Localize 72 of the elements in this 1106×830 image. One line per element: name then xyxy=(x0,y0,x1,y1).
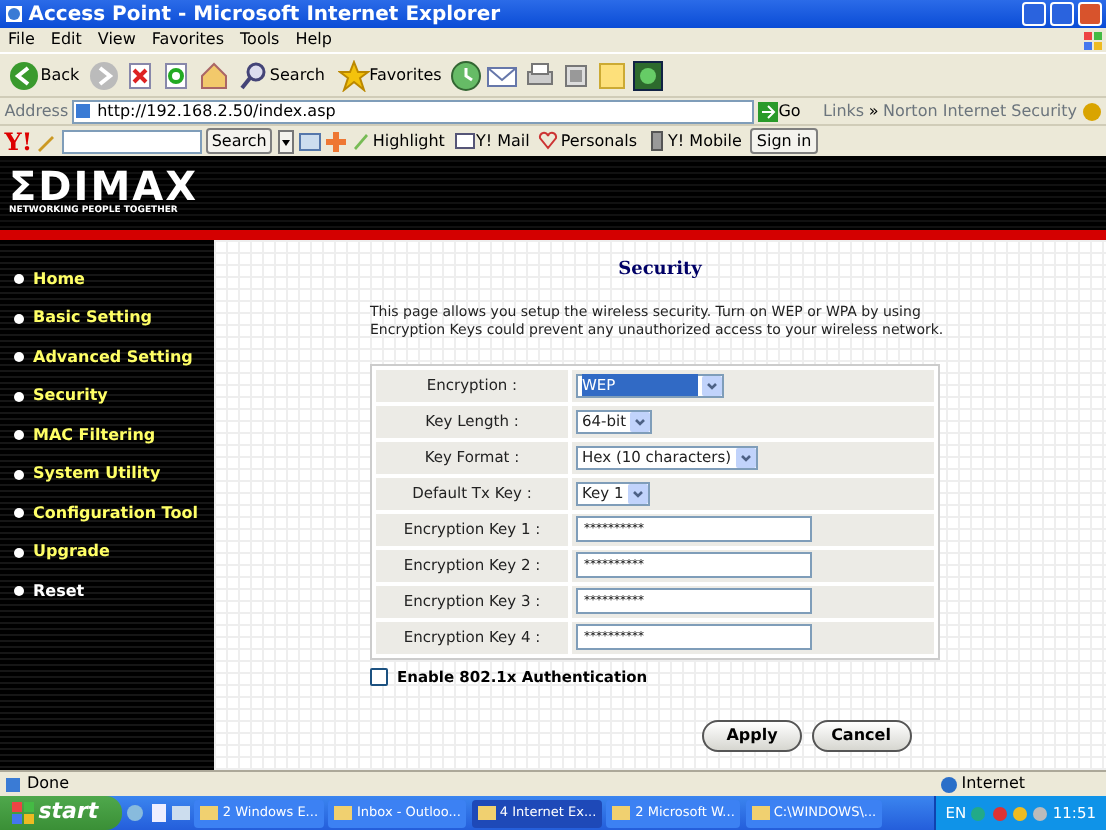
toolbar-button[interactable]: Y! Mobile xyxy=(646,129,742,153)
menu-item[interactable]: Tools xyxy=(232,28,288,52)
app-icon xyxy=(200,804,219,822)
search-field[interactable] xyxy=(61,129,202,153)
go-arrow-icon xyxy=(758,101,779,121)
printer-icon[interactable] xyxy=(523,59,556,91)
pencil-icon[interactable] xyxy=(36,131,57,151)
page-icon xyxy=(4,4,24,24)
form-button[interactable]: Cancel xyxy=(811,719,911,752)
nav-link[interactable]: Advanced Setting xyxy=(0,338,214,377)
search-button[interactable]: Search xyxy=(205,128,273,154)
close-button[interactable] xyxy=(1078,2,1102,26)
go-button[interactable]: Go xyxy=(758,99,801,123)
plus-icon[interactable] xyxy=(326,131,347,151)
window-title: Access Point - Microsoft Internet Explorer xyxy=(28,1,503,29)
more-links-button[interactable]: » xyxy=(868,99,879,123)
windows-logo-icon xyxy=(12,802,34,824)
toolbar-button[interactable]: Highlight xyxy=(350,129,445,153)
logo: ΣDIMAX xyxy=(9,166,201,207)
menu-item[interactable]: Favorites xyxy=(143,28,233,52)
nav-link[interactable]: Security xyxy=(0,377,214,416)
toolbar-button[interactable]: Personals xyxy=(538,129,638,153)
form-button[interactable]: Apply xyxy=(702,719,802,752)
star-icon xyxy=(337,59,370,91)
menu-item[interactable]: Edit xyxy=(42,28,90,52)
highlighter-icon xyxy=(350,130,373,152)
yahoo-logo: Y! xyxy=(4,125,33,159)
zone-label: Internet xyxy=(961,772,1028,796)
toolbar-button[interactable]: Favorites xyxy=(333,59,446,91)
desktop-icon[interactable] xyxy=(171,804,190,822)
minimize-button[interactable] xyxy=(1021,2,1045,26)
nav-link[interactable]: Upgrade xyxy=(0,533,214,572)
nav-link[interactable]: Reset xyxy=(0,572,214,611)
document-icon[interactable] xyxy=(149,804,168,822)
history-icon[interactable] xyxy=(450,59,483,91)
home-icon[interactable] xyxy=(197,59,230,91)
window-icon[interactable] xyxy=(297,131,322,151)
globe-icon xyxy=(939,775,957,793)
norton-label[interactable]: Norton Internet Security xyxy=(883,99,1077,123)
links-label[interactable]: Links xyxy=(823,99,865,123)
nav-link[interactable]: Basic Setting xyxy=(0,299,214,338)
toolbar-button[interactable]: Search xyxy=(233,59,329,91)
phone-icon xyxy=(646,130,669,152)
page-title: Security xyxy=(616,258,704,284)
nav-link[interactable]: System Utility xyxy=(0,455,214,494)
heart-icon xyxy=(538,130,561,152)
app-icon xyxy=(477,804,496,822)
toolbar-button[interactable]: Y! Mail xyxy=(453,129,530,153)
search-icon xyxy=(237,59,270,91)
nav-link[interactable]: MAC Filtering xyxy=(0,416,214,455)
nav-link[interactable]: Home xyxy=(0,260,214,299)
app-icon xyxy=(334,804,353,822)
windows-logo-icon xyxy=(1082,29,1106,51)
nav-link[interactable]: Configuration Tool xyxy=(0,494,214,533)
toolbar-button[interactable]: Back xyxy=(4,59,84,91)
page-icon xyxy=(74,102,93,120)
stop-icon[interactable] xyxy=(124,59,157,91)
app-icon xyxy=(751,804,770,822)
maximize-button[interactable] xyxy=(1049,2,1074,26)
menu-item[interactable]: Help xyxy=(287,28,340,52)
address-field[interactable]: http://192.168.2.50/index.asp xyxy=(72,99,754,123)
menu-item[interactable]: File xyxy=(0,28,43,52)
status-text: Done xyxy=(27,772,72,796)
envelope-icon xyxy=(453,130,476,152)
sign-in-button[interactable]: Sign in xyxy=(750,128,818,154)
menu-item[interactable]: View xyxy=(89,28,144,52)
page-icon xyxy=(4,775,23,793)
address-label: Address xyxy=(4,99,69,123)
back-icon xyxy=(8,59,41,91)
dropdown-icon[interactable] xyxy=(277,129,294,153)
checkbox[interactable] xyxy=(370,667,388,686)
app-icon xyxy=(612,804,631,822)
